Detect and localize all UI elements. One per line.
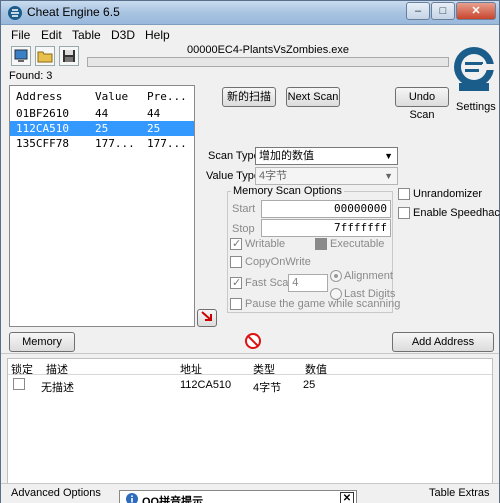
new-scan-button[interactable]: 新的扫描 — [222, 87, 276, 107]
result-previous: 44 — [147, 107, 161, 120]
advanced-options-button[interactable]: Advanced Options — [11, 487, 101, 499]
open-process-button[interactable] — [11, 46, 31, 66]
copy-on-write-checkbox[interactable] — [230, 256, 242, 268]
value-type-select[interactable]: 4字节 ▼ — [255, 167, 398, 185]
copy-to-table-button[interactable] — [197, 309, 217, 327]
result-address: 01BF2610 — [16, 107, 69, 120]
menu-table[interactable]: Table — [72, 28, 101, 42]
unrandomizer-checkbox[interactable] — [398, 188, 410, 200]
column-previous[interactable]: Pre... — [147, 90, 187, 103]
settings-link[interactable]: Settings — [456, 101, 496, 113]
red-arrow-icon — [201, 311, 212, 321]
scan-type-label: Scan Type — [208, 150, 260, 162]
result-address: 112CA510 — [16, 122, 69, 135]
fast-scan-value-field[interactable]: 4 — [288, 274, 328, 292]
alignment-radio[interactable] — [330, 270, 342, 282]
start-address-field[interactable]: 00000000 — [261, 200, 391, 218]
menu-edit[interactable]: Edit — [41, 28, 62, 42]
folder-icon — [37, 51, 53, 63]
address-table-header: 锁定 描述 地址 类型 数值 — [8, 359, 492, 377]
found-count: Found: 3 — [9, 70, 53, 82]
maximize-button[interactable]: □ — [431, 2, 455, 20]
scan-results-list[interactable]: Address Value Pre... 01BF2610 44 44 112C… — [9, 85, 195, 327]
menu-file[interactable]: File — [11, 28, 30, 42]
results-header: Address Value Pre... — [10, 89, 194, 104]
speedhack-checkbox[interactable] — [398, 207, 410, 219]
column-lock[interactable]: 锁定 — [11, 361, 33, 377]
unrandomizer-label: Unrandomizer — [413, 188, 483, 200]
address-table[interactable]: 锁定 描述 地址 类型 数值 无描述 112CA510 4字节 25 — [7, 358, 493, 484]
alignment-label: Alignment — [344, 270, 393, 282]
result-row-selected[interactable]: 112CA510 25 25 — [10, 121, 194, 136]
column-description[interactable]: 描述 — [46, 361, 68, 377]
next-scan-button[interactable]: Next Scan — [286, 87, 340, 107]
result-previous: 25 — [147, 122, 161, 135]
pause-game-checkbox[interactable] — [230, 298, 242, 310]
row-type: 4字节 — [253, 382, 282, 394]
cheat-engine-logo[interactable] — [451, 43, 497, 95]
stop-icon[interactable] — [244, 332, 262, 350]
minimize-button[interactable]: – — [406, 2, 430, 20]
popup-close-button[interactable]: ✕ — [340, 492, 354, 503]
process-name: 00000EC4-PlantsVsZombies.exe — [186, 44, 350, 56]
writable-label: Writable — [245, 238, 286, 250]
column-value[interactable]: 数值 — [305, 361, 327, 377]
table-row[interactable]: 无描述 112CA510 4字节 25 — [8, 377, 492, 394]
result-value: 177... — [95, 137, 135, 150]
lock-checkbox[interactable] — [13, 378, 25, 390]
result-address: 135CFF78 — [16, 137, 69, 150]
speedhack-label: Enable Speedhack — [413, 207, 500, 219]
info-icon — [126, 493, 138, 503]
scan-progress-bar — [87, 57, 449, 67]
value-type-label: Value Type — [206, 170, 261, 182]
table-extras-button[interactable]: Table Extras — [429, 487, 490, 499]
save-icon — [63, 50, 75, 62]
scan-type-value: 增加的数值 — [259, 150, 314, 162]
scan-type-select[interactable]: 增加的数值 ▼ — [255, 147, 398, 165]
row-description: 无描述 — [41, 382, 74, 394]
dropdown-arrow-icon: ▼ — [384, 171, 393, 181]
column-address[interactable]: 地址 — [180, 361, 202, 377]
column-address[interactable]: Address — [16, 90, 62, 103]
writable-checkbox[interactable] — [230, 237, 242, 250]
result-value: 44 — [95, 107, 109, 120]
qq-pinyin-popup: QQ拼音提示 ✕ — [119, 490, 357, 503]
menu-bar: File Edit Table D3D Help — [1, 26, 499, 44]
executable-checkbox[interactable] — [315, 238, 327, 250]
executable-label: Executable — [330, 238, 385, 250]
memory-view-button[interactable]: Memory View — [9, 332, 75, 366]
save-button[interactable] — [59, 46, 79, 66]
row-value: 25 — [303, 379, 316, 391]
column-type[interactable]: 类型 — [253, 361, 275, 377]
dropdown-arrow-icon: ▼ — [384, 151, 393, 161]
menu-help[interactable]: Help — [145, 28, 170, 42]
main-window: Cheat Engine 6.5 – □ ✕ File Edit Table D… — [0, 0, 500, 503]
undo-scan-button[interactable]: Undo Scan — [395, 87, 449, 121]
open-file-button[interactable] — [35, 46, 55, 66]
result-value: 25 — [95, 122, 109, 135]
column-value[interactable]: Value — [95, 90, 128, 103]
popup-title: QQ拼音提示 — [142, 496, 204, 503]
result-previous: 177... — [147, 137, 187, 150]
stop-label: Stop — [232, 223, 255, 235]
add-address-manually-button[interactable]: Add Address Manually — [392, 332, 494, 366]
window-title: Cheat Engine 6.5 — [27, 5, 120, 19]
pause-game-label: Pause the game while scanning — [245, 298, 401, 310]
value-type-value: 4字节 — [259, 170, 288, 182]
start-label: Start — [232, 203, 256, 215]
title-bar[interactable]: Cheat Engine 6.5 – □ ✕ — [1, 1, 499, 25]
memory-scan-options-title: Memory Scan Options — [231, 185, 344, 197]
copy-on-write-label: CopyOnWrite — [245, 256, 311, 268]
result-row[interactable]: 135CFF78 177... 177... — [10, 136, 194, 151]
cheat-engine-icon — [7, 5, 23, 21]
computer-icon — [14, 49, 28, 62]
fast-scan-checkbox[interactable] — [230, 276, 242, 289]
close-button[interactable]: ✕ — [456, 2, 496, 20]
menu-d3d[interactable]: D3D — [111, 28, 135, 42]
result-row[interactable]: 01BF2610 44 44 — [10, 106, 194, 121]
stop-address-field[interactable]: 7fffffff — [261, 219, 391, 237]
row-address: 112CA510 — [180, 379, 232, 391]
